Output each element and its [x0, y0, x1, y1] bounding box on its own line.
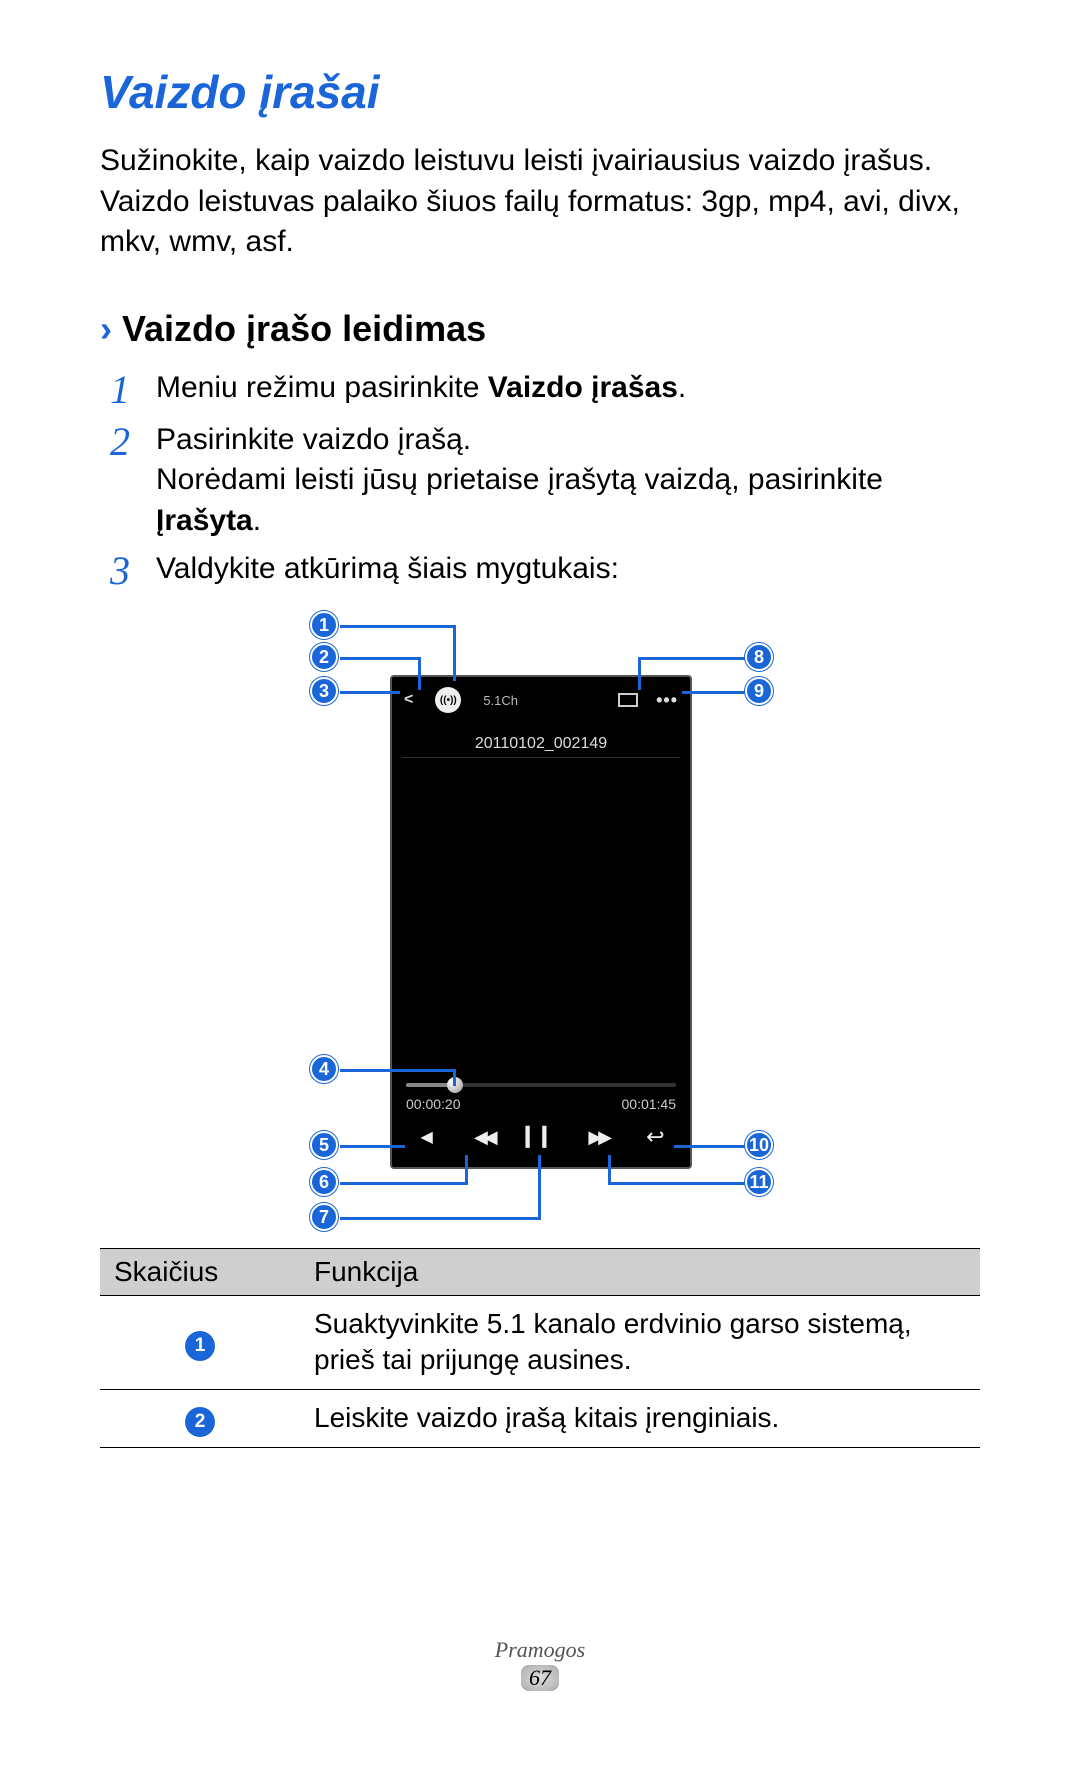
callout-11: 11 [745, 1168, 773, 1196]
callout-8: 8 [745, 643, 773, 671]
fullscreen-icon [618, 693, 638, 707]
seek-bar [406, 1083, 676, 1087]
step-text: Valdykite atkūrimą šiais mygtukais: [156, 549, 619, 590]
step-number: 3 [110, 549, 138, 593]
table-row: 1 Suaktyvinkite 5.1 kanalo erdvinio gars… [100, 1296, 980, 1390]
callout-5: 5 [310, 1131, 338, 1159]
step-1: 1 Meniu režimu pasirinkite Vaizdo įrašas… [110, 368, 980, 412]
step-2: 2 Pasirinkite vaizdo įrašą. Norėdami lei… [110, 420, 980, 542]
function-table: Skaičius Funkcija 1 Suaktyvinkite 5.1 ka… [100, 1248, 980, 1448]
row-description: Leiskite vaizdo įrašą kitais įrenginiais… [300, 1389, 980, 1447]
time-total: 00:01:45 [622, 1096, 677, 1112]
back-icon: ↩ [640, 1124, 670, 1150]
volume-icon: ◀ [412, 1127, 442, 1147]
previous-icon: ◀◀ [469, 1127, 499, 1148]
step-text: Norėdami leisti jūsų prietaise įrašytą v… [156, 463, 883, 496]
step-number: 2 [110, 420, 138, 464]
surround-label: 5.1Ch [483, 693, 518, 708]
step-text: . [678, 371, 686, 404]
section-heading: › Vaizdo įrašo leidimas [100, 308, 980, 350]
callout-1: 1 [310, 611, 338, 639]
surround-icon: ((•)) [435, 687, 461, 713]
callout-3: 3 [310, 677, 338, 705]
row-number-badge: 1 [185, 1331, 215, 1361]
more-icon: ••• [656, 696, 678, 705]
page-footer: Pramogos 67 [0, 1637, 1080, 1691]
page-title: Vaizdo įrašai [100, 65, 980, 119]
player-diagram: < ((•)) 5.1Ch ••• 20110102_002149 00:00:… [240, 613, 840, 1223]
share-icon: < [404, 691, 413, 709]
intro-text: Sužinokite, kaip vaizdo leistuvu leisti … [100, 141, 980, 263]
callout-6: 6 [310, 1168, 338, 1196]
page-number: 67 [521, 1665, 559, 1691]
table-header-function: Funkcija [300, 1249, 980, 1296]
next-icon: ▶▶ [583, 1127, 613, 1148]
pause-icon: ▎▎ [526, 1127, 556, 1148]
callout-7: 7 [310, 1203, 338, 1231]
step-text: Meniu režimu pasirinkite [156, 371, 488, 404]
row-description: Suaktyvinkite 5.1 kanalo erdvinio garso … [300, 1296, 980, 1390]
step-bold: Įrašyta [156, 504, 253, 537]
chevron-right-icon: › [100, 308, 112, 350]
callout-10: 10 [745, 1131, 773, 1159]
step-text: . [253, 504, 261, 537]
footer-category: Pramogos [0, 1637, 1080, 1663]
callout-2: 2 [310, 643, 338, 671]
step-bold: Vaizdo įrašas [488, 371, 678, 404]
time-elapsed: 00:00:20 [406, 1096, 461, 1112]
phone-screenshot: < ((•)) 5.1Ch ••• 20110102_002149 00:00:… [390, 675, 692, 1169]
table-row: 2 Leiskite vaizdo įrašą kitais įrenginia… [100, 1389, 980, 1447]
callout-9: 9 [745, 677, 773, 705]
video-filename: 20110102_002149 [392, 735, 690, 753]
step-text: Pasirinkite vaizdo įrašą. [156, 420, 980, 461]
step-number: 1 [110, 368, 138, 412]
step-3: 3 Valdykite atkūrimą šiais mygtukais: [110, 549, 980, 593]
section-title: Vaizdo įrašo leidimas [122, 308, 486, 350]
callout-4: 4 [310, 1055, 338, 1083]
row-number-badge: 2 [185, 1407, 215, 1437]
table-header-number: Skaičius [100, 1249, 300, 1296]
